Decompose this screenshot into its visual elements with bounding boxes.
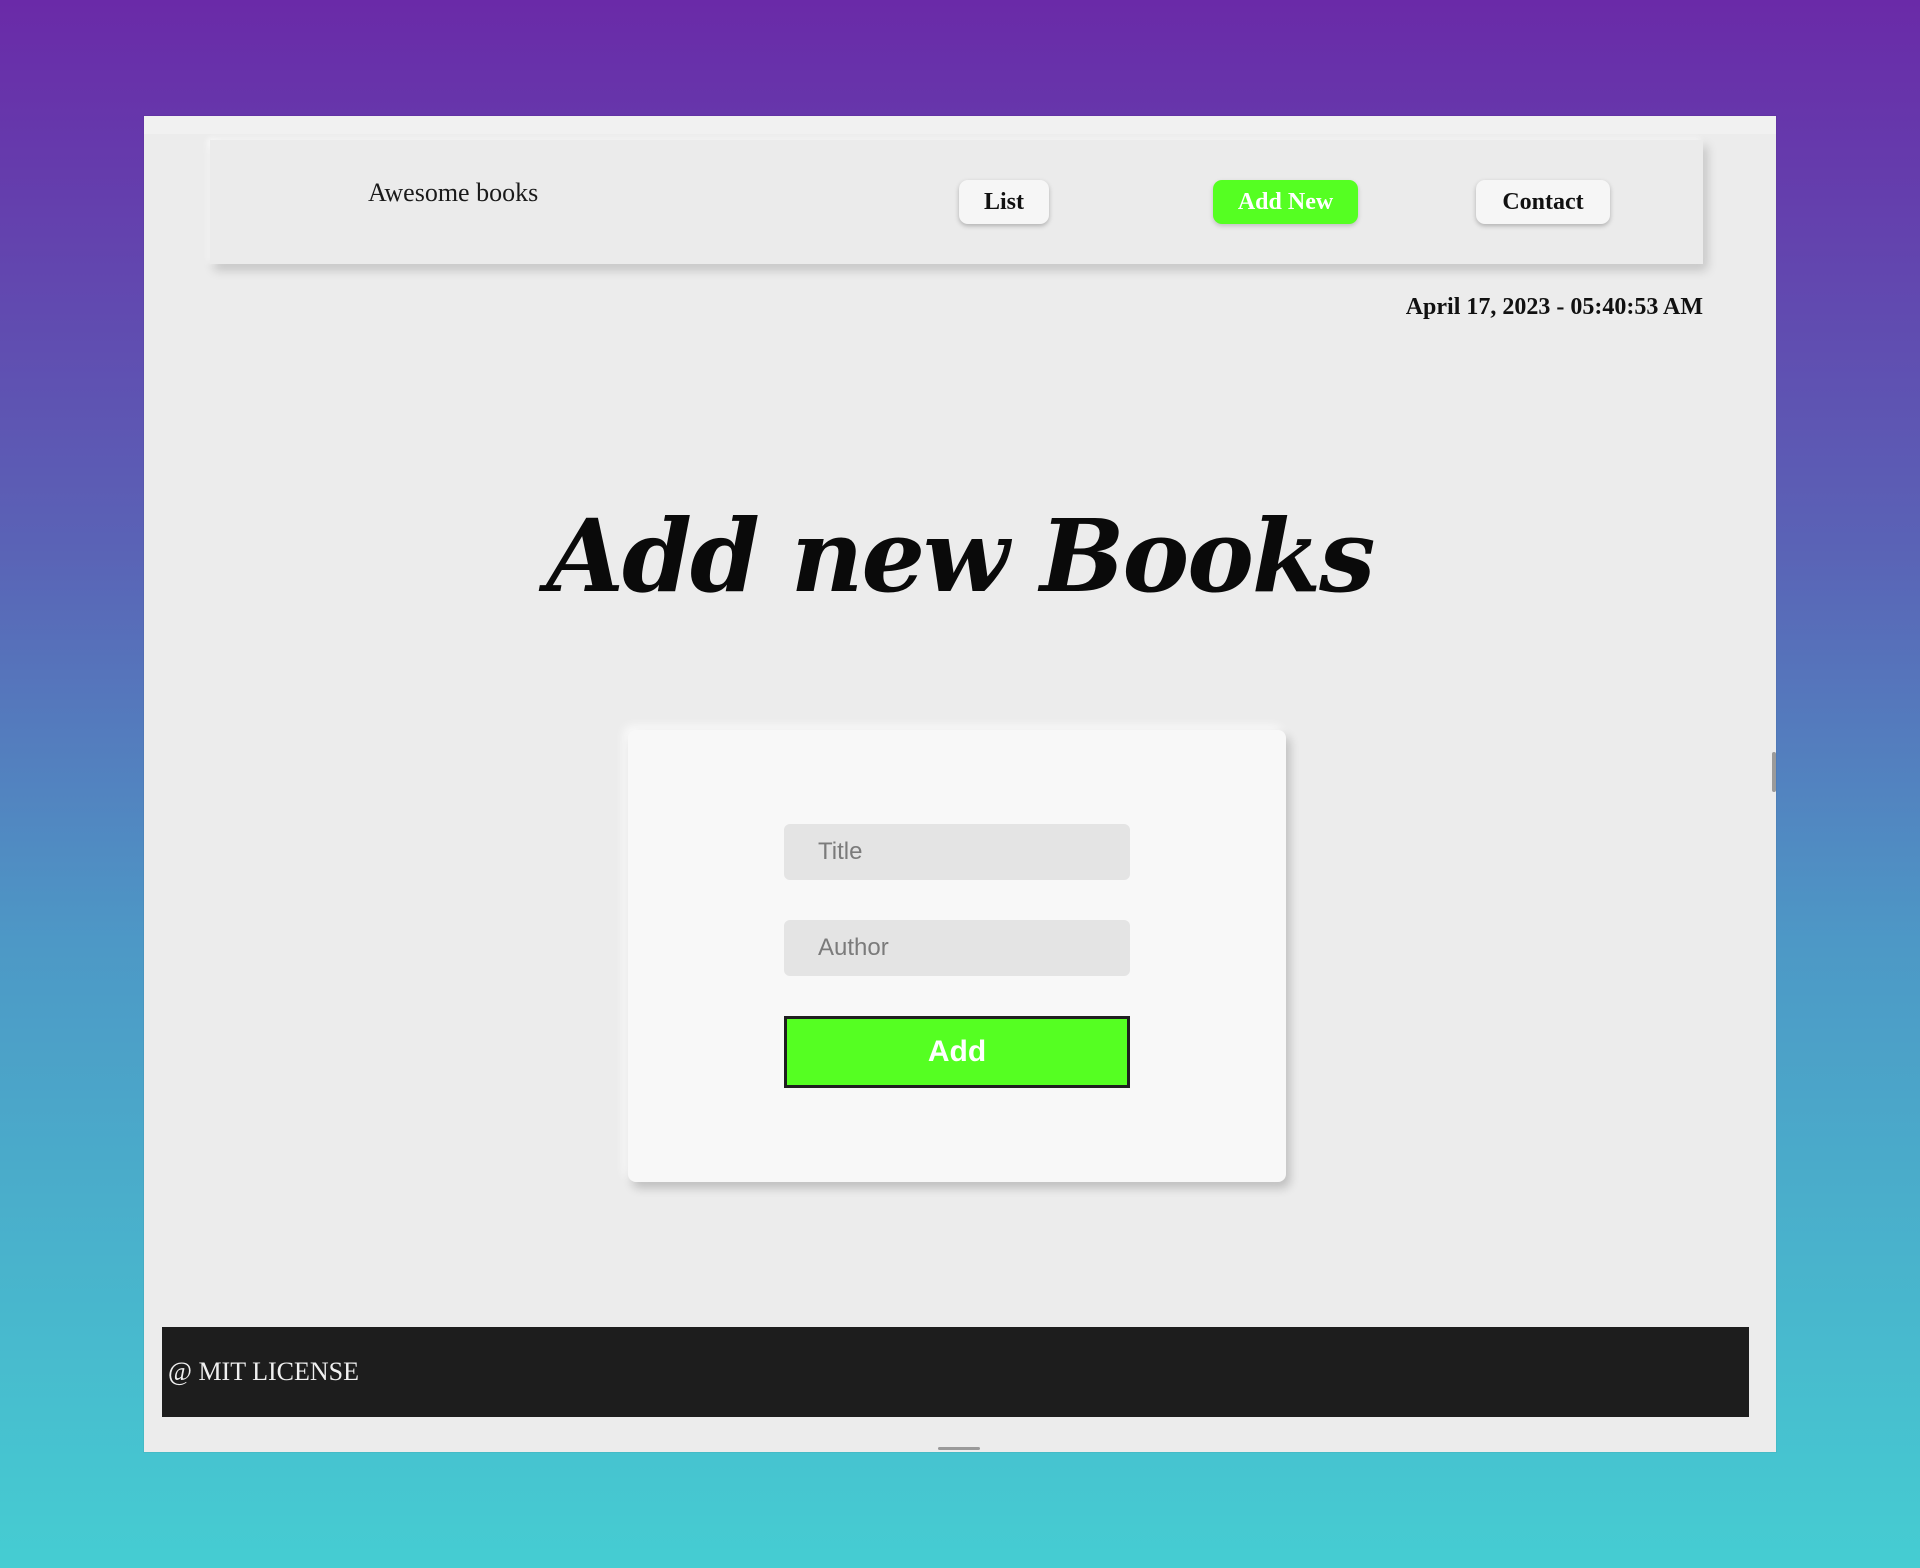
browser-window: Awesome books List Add New Contact April… (144, 116, 1776, 1452)
nav-contact-button[interactable]: Contact (1476, 180, 1610, 224)
page-title: Add new Books (546, 497, 1376, 615)
horizontal-scroll-handle[interactable] (938, 1447, 980, 1450)
add-book-form: Add (628, 730, 1286, 1182)
footer-license: @ MIT LICENSE (168, 1357, 360, 1386)
brand-title: Awesome books (368, 178, 539, 207)
nav-list-button[interactable]: List (959, 180, 1049, 224)
footer: @ MIT LICENSE (162, 1327, 1749, 1417)
navbar: Awesome books List Add New Contact (210, 140, 1703, 264)
current-datetime: April 17, 2023 - 05:40:53 AM (1405, 294, 1703, 320)
title-input[interactable] (784, 824, 1130, 880)
nav-add-new-button[interactable]: Add New (1213, 180, 1358, 224)
window-top-frame (144, 116, 1776, 134)
vertical-scroll-handle[interactable] (1772, 752, 1776, 792)
add-book-button[interactable]: Add (784, 1016, 1130, 1088)
author-input[interactable] (784, 920, 1130, 976)
